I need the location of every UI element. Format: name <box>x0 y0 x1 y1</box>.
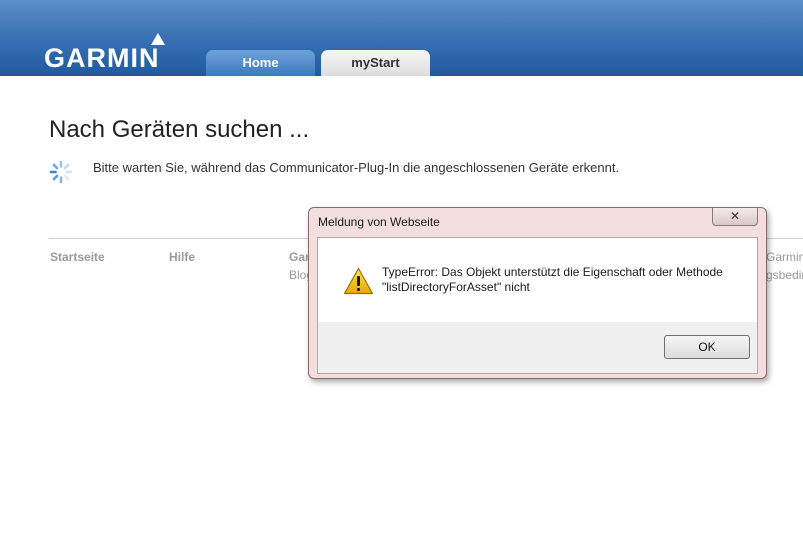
site-header: GARMIN Home myStart <box>0 0 803 76</box>
warning-icon <box>343 267 374 295</box>
wait-message: Bitte warten Sie, während das Communicat… <box>93 160 620 175</box>
footer-link-garmin-right[interactable]: Garmin <box>766 250 803 264</box>
tab-home[interactable]: Home <box>206 50 315 76</box>
garmin-logo[interactable]: GARMIN <box>44 44 160 72</box>
dialog-title: Meldung von Webseite <box>318 215 440 229</box>
garmin-logo-triangle-icon <box>151 33 165 45</box>
footer-link-hilfe[interactable]: Hilfe <box>169 250 195 264</box>
ok-button[interactable]: OK <box>664 335 750 359</box>
close-icon: ✕ <box>729 209 741 223</box>
dialog-message-line-2: "listDirectoryForAsset" nicht <box>382 280 530 294</box>
loading-spinner-icon <box>49 160 73 184</box>
alert-dialog: Meldung von Webseite ✕ TypeError: Das Ob… <box>308 207 767 379</box>
dialog-message: TypeError: Das Objekt unterstützt die Ei… <box>382 265 742 295</box>
dialog-message-line-1: TypeError: Das Objekt unterstützt die Ei… <box>382 265 723 279</box>
dialog-close-button[interactable]: ✕ <box>712 208 758 226</box>
footer-link-garmin-partial[interactable]: Gar <box>289 250 310 264</box>
dialog-body: TypeError: Das Objekt unterstützt die Ei… <box>317 237 758 374</box>
tab-mystart[interactable]: myStart <box>321 50 430 76</box>
page-title: Nach Geräten suchen ... <box>49 116 310 143</box>
footer-link-startseite[interactable]: Startseite <box>50 250 105 264</box>
footer-link-nutzungsbedingungen-partial[interactable]: gsbedin <box>766 268 803 282</box>
